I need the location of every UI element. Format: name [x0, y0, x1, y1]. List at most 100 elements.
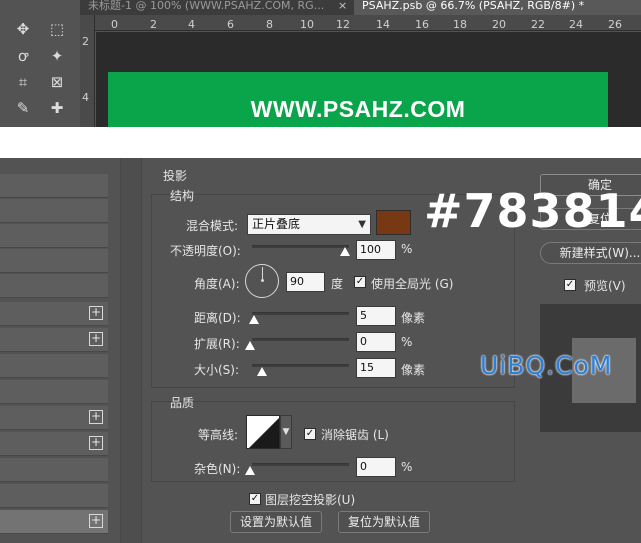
crop-icon[interactable]: ⌗	[12, 71, 34, 93]
add-effect-button[interactable]: +	[89, 306, 103, 320]
noise-input[interactable]: 0	[356, 457, 396, 477]
chevron-down-icon[interactable]: ▼	[280, 415, 292, 449]
style-list-item[interactable]	[0, 174, 108, 198]
opacity-label: 不透明度(O):	[170, 244, 241, 258]
ruler-tick: 2	[150, 18, 157, 31]
new-style-button[interactable]: 新建样式(W)...	[540, 242, 641, 264]
angle-dial-center	[261, 279, 264, 282]
size-input[interactable]: 15	[356, 358, 396, 378]
list-divider	[120, 158, 142, 543]
document-tab-label: 未标题-1 @ 100% (WWW.PSAHZ.COM, RG...	[88, 0, 325, 12]
ruler-tick: 22	[531, 18, 545, 31]
watermark: UiBQ.CoM	[480, 351, 613, 380]
add-effect-button[interactable]: +	[89, 410, 103, 424]
angle-input[interactable]: 90	[286, 272, 325, 292]
style-list-item[interactable]	[0, 249, 108, 273]
banner-text: WWW.PSAHZ.COM	[250, 96, 466, 122]
add-effect-button[interactable]: +	[89, 332, 103, 346]
opacity-input[interactable]: 100	[356, 240, 396, 260]
add-effect-button[interactable]: +	[89, 436, 103, 450]
vertical-ruler: 2 4	[80, 15, 95, 127]
magic-wand-icon[interactable]: ✦	[46, 45, 68, 67]
distance-unit: 像素	[401, 311, 426, 325]
style-list-item[interactable]: +	[0, 406, 108, 430]
spread-slider-thumb[interactable]	[245, 341, 255, 350]
quality-title: 品质	[170, 396, 195, 410]
green-banner: WWW.PSAHZ.COM	[108, 72, 608, 127]
style-list-item[interactable]	[0, 458, 108, 482]
frame-icon[interactable]: ⊠	[46, 71, 68, 93]
blend-mode-select[interactable]: 正片叠底 ▼	[247, 214, 371, 235]
document-tab-psahz[interactable]: PSAHZ.psb @ 66.7% (PSAHZ, RGB/8#) *	[354, 0, 641, 15]
style-list-item[interactable]	[0, 199, 108, 223]
opacity-slider[interactable]	[252, 245, 349, 248]
style-list-item[interactable]: +	[0, 328, 108, 352]
spread-label: 扩展(R):	[194, 337, 240, 351]
style-list-item[interactable]	[0, 354, 108, 378]
distance-input[interactable]: 5	[356, 306, 396, 326]
knockout-label: 图层挖空投影(U)	[265, 493, 356, 507]
document-tab-label: PSAHZ.psb @ 66.7% (PSAHZ, RGB/8#) *	[362, 0, 585, 12]
lasso-icon[interactable]: ꝍ	[12, 45, 34, 67]
make-default-button[interactable]: 设置为默认值	[230, 511, 322, 533]
style-list: + + + + +	[0, 158, 108, 543]
style-list-item[interactable]: +	[0, 302, 108, 326]
global-light-label: 使用全局光 (G)	[371, 277, 454, 291]
size-slider-thumb[interactable]	[257, 367, 267, 376]
add-effect-button[interactable]: +	[89, 514, 103, 528]
spread-unit: %	[401, 335, 413, 349]
ruler-tick: 24	[569, 18, 583, 31]
ruler-tick: 10	[300, 18, 314, 31]
section-title: 投影	[163, 169, 188, 183]
anti-alias-label: 消除锯齿 (L)	[321, 428, 389, 442]
knockout-checkbox[interactable]: ✓	[249, 493, 261, 505]
document-canvas[interactable]: WWW.PSAHZ.COM	[96, 32, 641, 127]
contour-curve-icon	[249, 418, 279, 448]
noise-slider[interactable]	[252, 463, 349, 466]
ruler-tick: 2	[82, 35, 89, 48]
angle-dial[interactable]	[245, 264, 279, 298]
opacity-slider-thumb[interactable]	[340, 247, 350, 256]
noise-label: 杂色(N):	[194, 462, 241, 476]
document-tab-untitled[interactable]: 未标题-1 @ 100% (WWW.PSAHZ.COM, RG... ×	[80, 0, 352, 15]
preview-checkbox[interactable]: ✓	[564, 279, 576, 291]
document-tab-bar: 未标题-1 @ 100% (WWW.PSAHZ.COM, RG... × PSA…	[80, 0, 641, 15]
distance-slider[interactable]	[252, 312, 349, 315]
ruler-tick: 16	[415, 18, 429, 31]
spread-slider[interactable]	[252, 338, 349, 341]
blend-mode-value: 正片叠底	[252, 217, 301, 231]
style-list-item[interactable]	[0, 484, 108, 508]
ruler-tick: 20	[492, 18, 506, 31]
distance-label: 距离(D):	[194, 311, 241, 325]
contour-label: 等高线:	[198, 428, 239, 442]
move-icon[interactable]: ✥	[12, 18, 34, 40]
screenshot-root: ✥ ⬚ ꝍ ✦ ⌗ ⊠ ✎ ✚ 未标题-1 @ 100% (WWW.PSAHZ.…	[0, 0, 641, 543]
structure-title: 结构	[170, 189, 195, 203]
style-list-item[interactable]	[0, 380, 108, 404]
size-unit: 像素	[401, 363, 426, 377]
angle-label: 角度(A):	[194, 277, 240, 291]
spread-input[interactable]: 0	[356, 332, 396, 352]
noise-slider-thumb[interactable]	[245, 466, 255, 475]
style-list-item-drop-shadow[interactable]: +	[0, 510, 108, 534]
reset-default-button[interactable]: 复位为默认值	[338, 511, 430, 533]
distance-slider-thumb[interactable]	[249, 315, 259, 324]
horizontal-ruler: 0 2 4 6 8 10 12 14 16 18 20 22 24 26	[95, 15, 641, 31]
marquee-icon[interactable]: ⬚	[46, 18, 68, 40]
contour-thumbnail[interactable]	[246, 415, 280, 449]
chevron-down-icon: ▼	[358, 219, 366, 230]
ruler-tick: 4	[82, 91, 89, 104]
style-list-item[interactable]	[0, 224, 108, 248]
close-icon[interactable]: ×	[338, 0, 347, 12]
anti-alias-checkbox[interactable]: ✓	[304, 428, 316, 440]
global-light-checkbox[interactable]: ✓	[354, 276, 366, 288]
noise-unit: %	[401, 460, 413, 474]
style-list-item[interactable]: +	[0, 432, 108, 456]
ruler-tick: 12	[336, 18, 350, 31]
shadow-color-swatch[interactable]	[376, 210, 411, 235]
angle-unit: 度	[331, 277, 344, 291]
healing-brush-icon[interactable]: ✚	[46, 97, 68, 119]
size-label: 大小(S):	[194, 363, 240, 377]
eyedropper-icon[interactable]: ✎	[12, 97, 34, 119]
style-list-item[interactable]	[0, 274, 108, 298]
